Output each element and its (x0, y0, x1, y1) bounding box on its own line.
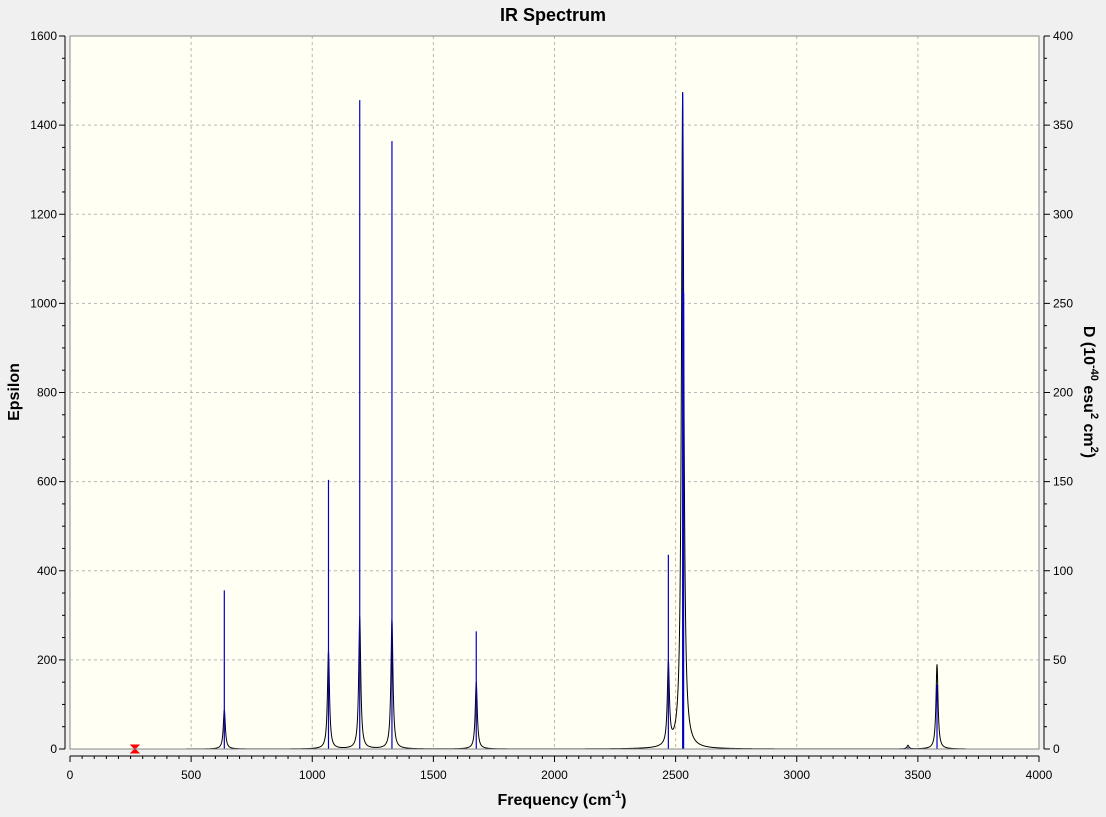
y-right-label-part-0: D (10 (1080, 326, 1097, 365)
y-right-tick-label: 200 (1053, 386, 1073, 400)
x-tick-label: 2000 (541, 768, 568, 782)
chart-svg: 0 500 1000 1500 2000 2500 3000 3500 400002004006… (6, 5, 1100, 809)
y-right-label-part-1: -40 (1088, 365, 1100, 381)
x-tick-label: 3000 (783, 768, 810, 782)
y-right-tick-label: 0 (1053, 742, 1060, 756)
y-right-tick-label: 150 (1053, 475, 1073, 489)
x-tick-label: 3500 (905, 768, 932, 782)
y-axis-left-label: Epsilon (6, 363, 23, 421)
y-right-tick-label: 400 (1053, 29, 1073, 43)
y-right-tick-label: 350 (1053, 118, 1073, 132)
y-left-tick-label: 1200 (30, 207, 57, 221)
x-tick-label: 1000 (299, 768, 326, 782)
y-left-tick-label: 200 (37, 653, 57, 667)
y-right-tick-label: 50 (1053, 653, 1067, 667)
x-tick-label: 4000 (1026, 768, 1053, 782)
y-left-tick-label: 600 (37, 475, 57, 489)
ir-spectrum-chart: 0 500 1000 1500 2000 2500 3000 3500 4000 0 200 400 6… (0, 0, 1106, 812)
y-left-tick-label: 1400 (30, 118, 57, 132)
y-right-tick-label: 300 (1053, 207, 1073, 221)
x-axis-label: Frequency (cm-1) (498, 789, 627, 809)
x-tick-label: 1500 (420, 768, 447, 782)
x-axis-label-sup: -1 (611, 789, 621, 801)
y-right-label-part-2: esu (1080, 381, 1097, 413)
x-tick-label: 500 (181, 768, 201, 782)
y-right-tick-label: 100 (1053, 564, 1073, 578)
chart-title: IR Spectrum (500, 5, 606, 25)
x-axis-label-close: ) (621, 792, 626, 809)
y-right-label-part-4: cm (1080, 419, 1097, 447)
y-left-tick-label: 400 (37, 564, 57, 578)
y-left-tick-label: 0 (50, 742, 57, 756)
x-axis-label-main: Frequency (cm (498, 792, 612, 809)
y-right-tick-label: 250 (1053, 296, 1073, 310)
y-left-tick-label: 1000 (30, 296, 57, 310)
y-left-tick-label: 1600 (30, 29, 57, 43)
y-left-tick-label: 800 (37, 386, 57, 400)
y-axis-right-label: D (10-40 esu2 cm2) (1080, 326, 1100, 458)
x-tick-label: 0 (67, 768, 74, 782)
y-right-label-part-6: ) (1080, 453, 1097, 458)
x-tick-label: 2500 (662, 768, 689, 782)
